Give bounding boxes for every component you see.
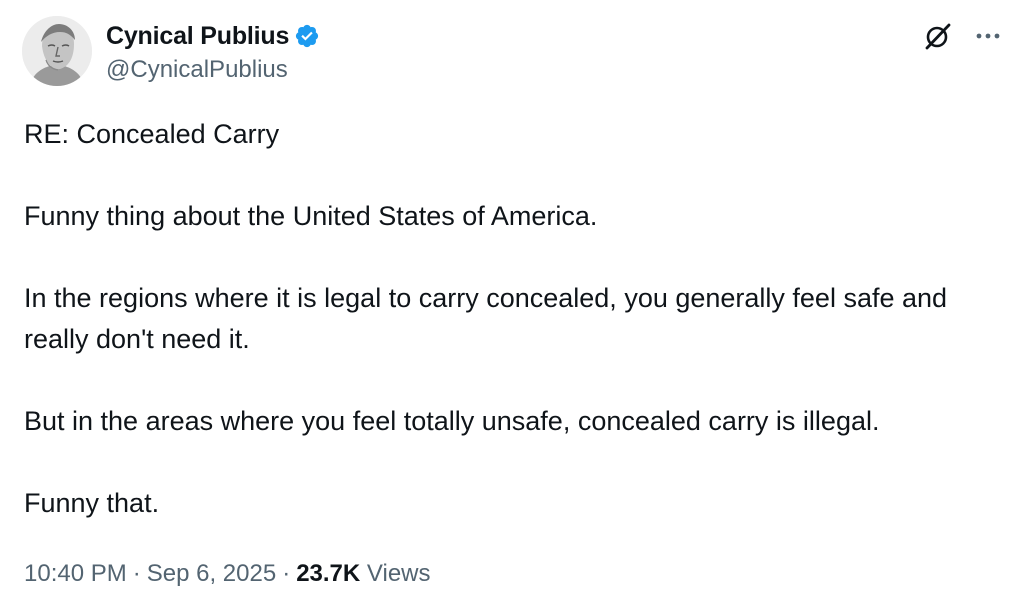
avatar[interactable] — [22, 16, 92, 86]
tweet-paragraph: In the regions where it is legal to carr… — [24, 283, 948, 354]
tweet-paragraph: RE: Concealed Carry — [24, 119, 280, 149]
tweet-text: RE: Concealed Carry Funny thing about th… — [24, 114, 1004, 524]
grok-icon[interactable] — [924, 22, 952, 50]
tweet-paragraph: Funny thing about the United States of A… — [24, 201, 598, 231]
tweet-card: Cynical Publius @CynicalPublius RE: Conc… — [0, 0, 1024, 607]
views-label: Views — [366, 560, 431, 587]
tweet-paragraph: Funny that. — [24, 488, 160, 518]
tweet-date[interactable]: Sep 6, 2025 — [147, 560, 276, 587]
views-count[interactable]: 23.7K — [296, 560, 360, 587]
more-options-icon[interactable] — [974, 22, 1002, 50]
tweet-time[interactable]: 10:40 PM — [24, 560, 127, 587]
meta-separator: · — [132, 560, 141, 587]
author-display-name[interactable]: Cynical Publius — [106, 22, 289, 51]
meta-separator: · — [282, 560, 291, 587]
tweet-paragraph: But in the areas where you feel totally … — [24, 406, 880, 436]
tweet-top-actions — [924, 22, 1002, 50]
tweet-meta: 10:40 PM · Sep 6, 2025 · 23.7K Views — [24, 560, 431, 588]
author-name-row: Cynical Publius — [106, 20, 320, 52]
verified-badge-icon[interactable] — [294, 23, 320, 49]
author-handle[interactable]: @CynicalPublius — [106, 56, 288, 84]
bust-statue-icon — [22, 16, 92, 86]
